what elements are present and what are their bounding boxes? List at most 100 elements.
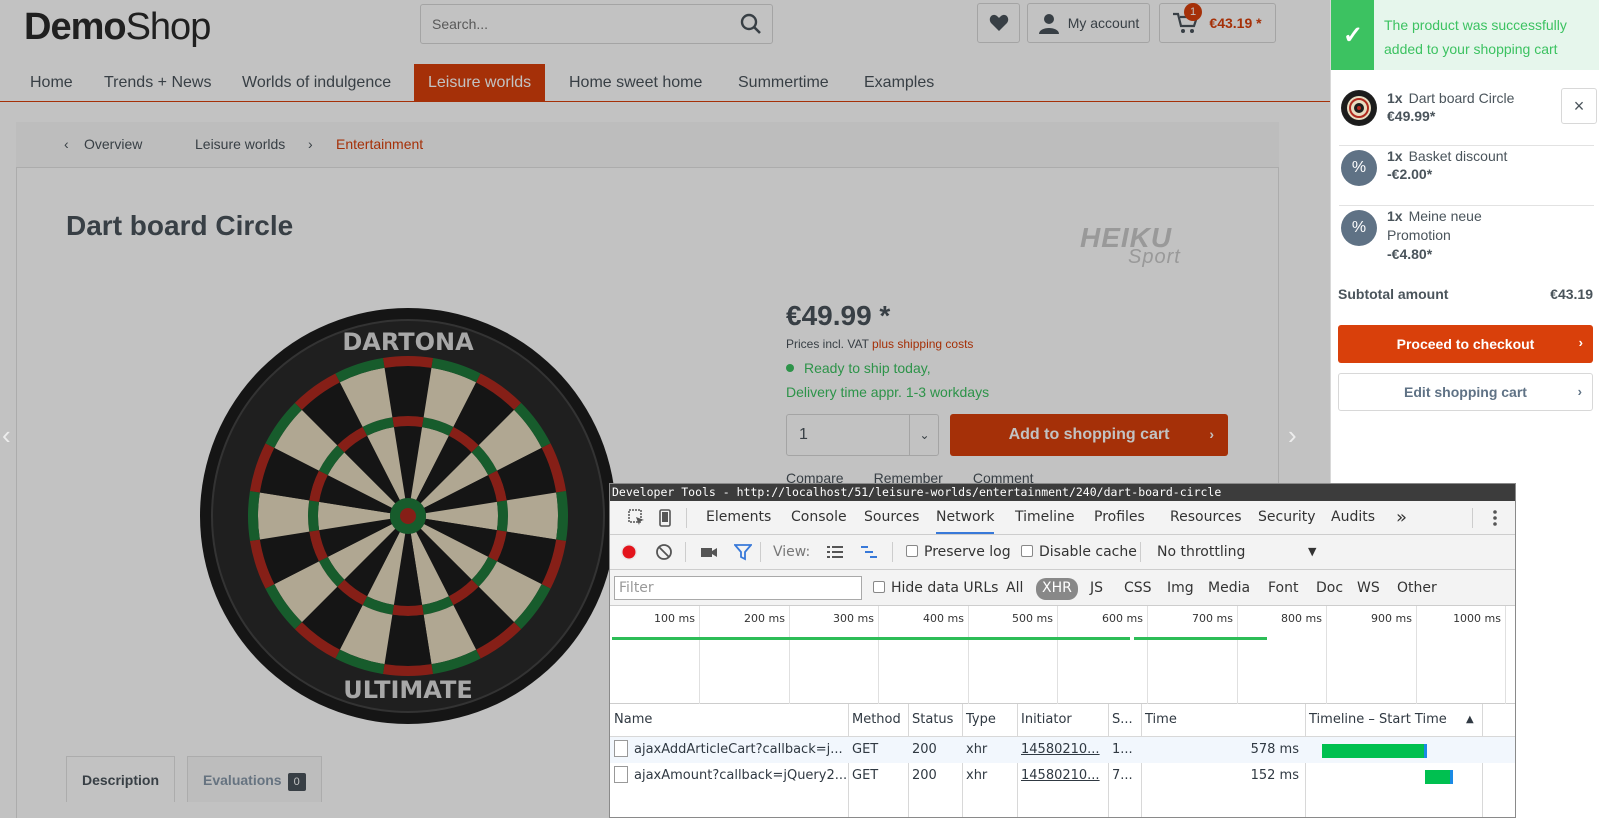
- view-label: View:: [773, 544, 811, 560]
- network-requests-table: Name Method Status Type Initiator S... T…: [610, 704, 1515, 817]
- large-rows-icon[interactable]: [826, 543, 844, 561]
- ruler-label: 200 ms: [744, 612, 785, 625]
- kebab-menu-icon[interactable]: [1486, 509, 1504, 527]
- column-header-initiator[interactable]: Initiator: [1017, 704, 1108, 736]
- filter-type-other[interactable]: Other: [1397, 570, 1437, 606]
- filter-type-xhr[interactable]: XHR: [1036, 578, 1078, 600]
- request-size: 7...: [1112, 768, 1133, 783]
- request-initiator-link[interactable]: 14580210...: [1017, 737, 1108, 763]
- filter-type-font[interactable]: Font: [1268, 570, 1298, 606]
- check-icon: ✓: [1332, 0, 1374, 70]
- overview-request-bar: [1134, 637, 1267, 640]
- percent-icon: %: [1341, 210, 1377, 246]
- column-header-size[interactable]: S...: [1108, 704, 1141, 736]
- subtotal-value: €43.19: [1550, 286, 1593, 302]
- disable-cache-checkbox[interactable]: Disable cache: [1021, 535, 1137, 569]
- devtools-window: Developer Tools - http://localhost/51/le…: [609, 483, 1516, 818]
- request-method: GET: [852, 742, 879, 757]
- request-size: 1...: [1112, 742, 1133, 757]
- ruler-label: 800 ms: [1281, 612, 1322, 625]
- filter-type-js[interactable]: JS: [1090, 570, 1103, 606]
- chevron-right-icon: ›: [1578, 335, 1583, 350]
- waterfall-overview-icon[interactable]: [860, 543, 878, 561]
- devtools-tab-elements[interactable]: Elements: [706, 501, 771, 534]
- inspect-element-icon[interactable]: [628, 509, 646, 527]
- preserve-log-checkbox[interactable]: Preserve log: [906, 535, 1011, 569]
- more-tabs-icon[interactable]: »: [1396, 501, 1407, 534]
- filter-type-img[interactable]: Img: [1167, 570, 1194, 606]
- cart-item: % 1x Basket discount -€2.00*: [1339, 148, 1594, 206]
- dartboard-thumb-icon[interactable]: [1341, 90, 1377, 126]
- filter-type-media[interactable]: Media: [1208, 570, 1250, 606]
- request-status: 200: [912, 742, 937, 757]
- slider-next-arrow[interactable]: ›: [1288, 420, 1297, 451]
- column-header-name[interactable]: Name: [610, 704, 848, 736]
- throttling-select[interactable]: No throttling: [1157, 535, 1245, 569]
- devtools-tab-profiles[interactable]: Profiles: [1094, 501, 1145, 534]
- devtools-tab-security[interactable]: Security: [1258, 501, 1316, 534]
- request-time: 578 ms: [1250, 742, 1299, 757]
- chevron-down-icon[interactable]: ▼: [1308, 535, 1316, 569]
- percent-icon: %: [1341, 150, 1377, 186]
- close-icon[interactable]: ×: [1561, 88, 1597, 124]
- cart-item-price: -€2.00*: [1387, 166, 1433, 182]
- column-header-timeline[interactable]: Timeline – Start Time: [1305, 704, 1477, 736]
- cart-item: % 1x Meine neue Promotion -€4.80*: [1339, 208, 1594, 274]
- devtools-tab-sources[interactable]: Sources: [864, 501, 919, 534]
- overview-request-bar: [612, 637, 1130, 640]
- cart-item-name: 1x Basket discount: [1387, 148, 1508, 164]
- ruler-label: 1000 ms: [1453, 612, 1501, 625]
- hide-data-urls-checkbox[interactable]: Hide data URLs: [873, 570, 998, 606]
- waterfall-bar-download: [1450, 770, 1453, 784]
- filter-type-ws[interactable]: WS: [1357, 570, 1380, 606]
- record-icon[interactable]: [620, 543, 638, 561]
- ruler-label: 900 ms: [1371, 612, 1412, 625]
- success-message: The product was successfully added to yo…: [1384, 17, 1567, 57]
- devtools-tab-timeline[interactable]: Timeline: [1015, 501, 1075, 534]
- cart-item-price: -€4.80*: [1387, 246, 1433, 262]
- column-header-time[interactable]: Time: [1141, 704, 1305, 736]
- devtools-tab-console[interactable]: Console: [791, 501, 847, 534]
- devtools-tab-bar: Elements Console Sources Network Timelin…: [610, 501, 1515, 535]
- column-header-type[interactable]: Type: [962, 704, 1017, 736]
- clear-icon[interactable]: [655, 543, 673, 561]
- ruler-label: 500 ms: [1012, 612, 1053, 625]
- devtools-tab-resources[interactable]: Resources: [1170, 501, 1242, 534]
- waterfall-bar-download: [1424, 744, 1427, 758]
- ruler-label: 300 ms: [833, 612, 874, 625]
- devtools-tab-audits[interactable]: Audits: [1331, 501, 1375, 534]
- request-name: ajaxAmount?callback=jQuery2...: [610, 763, 848, 789]
- table-row[interactable]: ajaxAddArticleCart?callback=j... GET 200…: [610, 737, 1515, 763]
- column-header-method[interactable]: Method: [848, 704, 908, 736]
- ruler-label: 700 ms: [1192, 612, 1233, 625]
- request-type: xhr: [966, 768, 988, 783]
- request-type: xhr: [966, 742, 988, 757]
- cart-item-name: 1x Meine neue Promotion: [1387, 208, 1482, 243]
- devtools-title-bar[interactable]: Developer Tools - http://localhost/51/le…: [610, 484, 1515, 501]
- chevron-right-icon: ›: [1577, 384, 1582, 399]
- cart-item-name[interactable]: 1x Dart board Circle: [1387, 89, 1537, 108]
- devtools-tab-network[interactable]: Network: [936, 501, 995, 534]
- filter-type-doc[interactable]: Doc: [1316, 570, 1343, 606]
- edit-cart-button[interactable]: Edit shopping cart ›: [1338, 373, 1593, 411]
- ruler-label: 400 ms: [923, 612, 964, 625]
- device-mode-icon[interactable]: [656, 509, 674, 527]
- filter-input[interactable]: Filter: [614, 576, 862, 600]
- filter-funnel-icon[interactable]: [734, 543, 752, 561]
- slider-prev-arrow[interactable]: ‹: [2, 420, 11, 451]
- request-initiator-link[interactable]: 14580210...: [1017, 763, 1108, 789]
- network-overview-timeline[interactable]: 100 ms 200 ms 300 ms 400 ms 500 ms 600 m…: [610, 606, 1515, 704]
- screenshot-camera-icon[interactable]: [700, 543, 718, 561]
- cart-item-price: €49.99*: [1387, 108, 1436, 124]
- filter-type-css[interactable]: CSS: [1124, 570, 1152, 606]
- filter-type-all[interactable]: All: [1006, 570, 1023, 606]
- cart-item: 1x Dart board Circle €49.99*: [1339, 90, 1594, 146]
- success-notice: ✓ The product was successfully added to …: [1331, 0, 1599, 70]
- request-time: 152 ms: [1250, 768, 1299, 783]
- sort-ascending-icon[interactable]: ▲: [1462, 704, 1482, 736]
- proceed-to-checkout-button[interactable]: Proceed to checkout ›: [1338, 325, 1593, 363]
- table-row[interactable]: ajaxAmount?callback=jQuery2... GET 200 x…: [610, 763, 1515, 789]
- filter-bar: Filter Hide data URLs All XHR JS CSS Img…: [610, 570, 1515, 606]
- column-header-status[interactable]: Status: [908, 704, 962, 736]
- ruler-label: 600 ms: [1102, 612, 1143, 625]
